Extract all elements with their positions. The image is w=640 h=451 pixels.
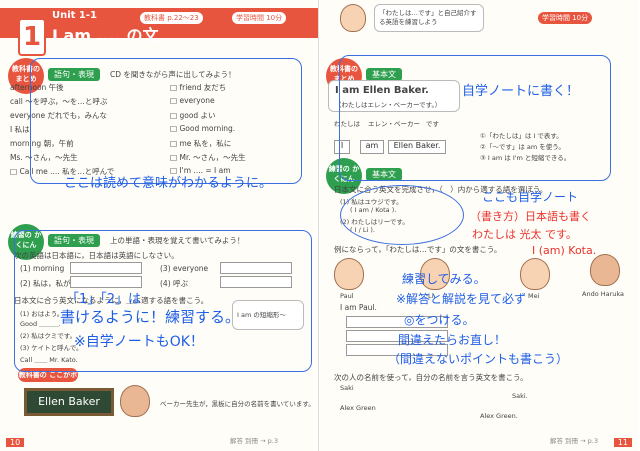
note-check: ※解答と解説を見て必ず — [396, 292, 527, 306]
note-read: ここは読めて意味がわかるように。 — [64, 176, 273, 191]
pickup-note: ベーカー先生が，黒板に自分の名前を書いています。 — [160, 400, 315, 408]
example-answer: I am Paul. — [340, 303, 377, 312]
ando-illustration — [590, 254, 620, 286]
vocab-item: I 私は — [10, 125, 30, 134]
note-also: ここも自学ノート — [482, 190, 579, 204]
q3-name: Saki — [340, 384, 354, 392]
study-time: 学習時間 10分 — [538, 12, 593, 24]
q3-answer: Alex Green. — [480, 412, 518, 420]
character-illustration — [340, 4, 366, 32]
unit-title: I am .... の文 — [52, 26, 159, 45]
name-label: Mei — [528, 292, 540, 300]
q3-text: 次の人の名前を使って，自分の名前を言う英文を書こう。 — [334, 373, 528, 382]
note-howto: （書き方）日本語も書く — [470, 210, 591, 223]
mei-illustration — [520, 258, 550, 290]
note-fix: 間違えたらお直し！ — [398, 333, 507, 347]
note-jigaku: 自学ノートに書く！ — [462, 84, 580, 99]
bubble-text: 「わたしは…です」と自己紹介する英語を練習しよう — [379, 9, 477, 26]
note-example-jp: わたしは 光太 です。 — [472, 228, 577, 241]
footer-ref: 解答 別冊 → p.3 — [230, 437, 278, 445]
unit-label: Unit 1-1 — [52, 10, 97, 21]
q3-answer: Saki. — [512, 392, 528, 400]
note-example-en: I (am) Kota. — [532, 244, 597, 257]
textbook-ref: 教科書 p.22〜23 — [140, 12, 203, 24]
q2-text: 例にならって，「わたしは…です」の文を書こう。 — [334, 245, 502, 254]
name-label: Paul — [340, 292, 354, 300]
note-12: 「1」「2」は — [66, 292, 142, 307]
intro-bubble: 「わたしは…です」と自己紹介する英語を練習しよう — [374, 4, 484, 32]
note-circle: ◎をつける。 — [404, 313, 475, 327]
note-points: （間違えないポイントも書こう） — [388, 352, 569, 366]
unit-number: 1 — [18, 18, 46, 56]
note-practice: 書けるように！練習する。 — [60, 308, 241, 326]
annotation-box-basic — [339, 55, 611, 181]
teacher-illustration — [120, 385, 150, 417]
chalkboard: Ellen Baker — [24, 388, 114, 416]
note-try: 練習してみる。 — [402, 272, 486, 286]
name-label: Ando Haruka — [582, 290, 625, 298]
annotation-box-summary — [30, 58, 302, 184]
page-number: 10 — [6, 438, 25, 447]
note-ok: ※自学ノートもOK！ — [74, 334, 204, 350]
footer-ref: 解答 別冊 → p.3 — [550, 437, 598, 445]
q3-name: Alex Green — [340, 404, 376, 412]
paul-illustration — [334, 258, 364, 290]
annotation-circle — [340, 185, 464, 245]
study-time: 学習時間 10分 — [232, 12, 287, 24]
page-number: 11 — [613, 438, 632, 447]
